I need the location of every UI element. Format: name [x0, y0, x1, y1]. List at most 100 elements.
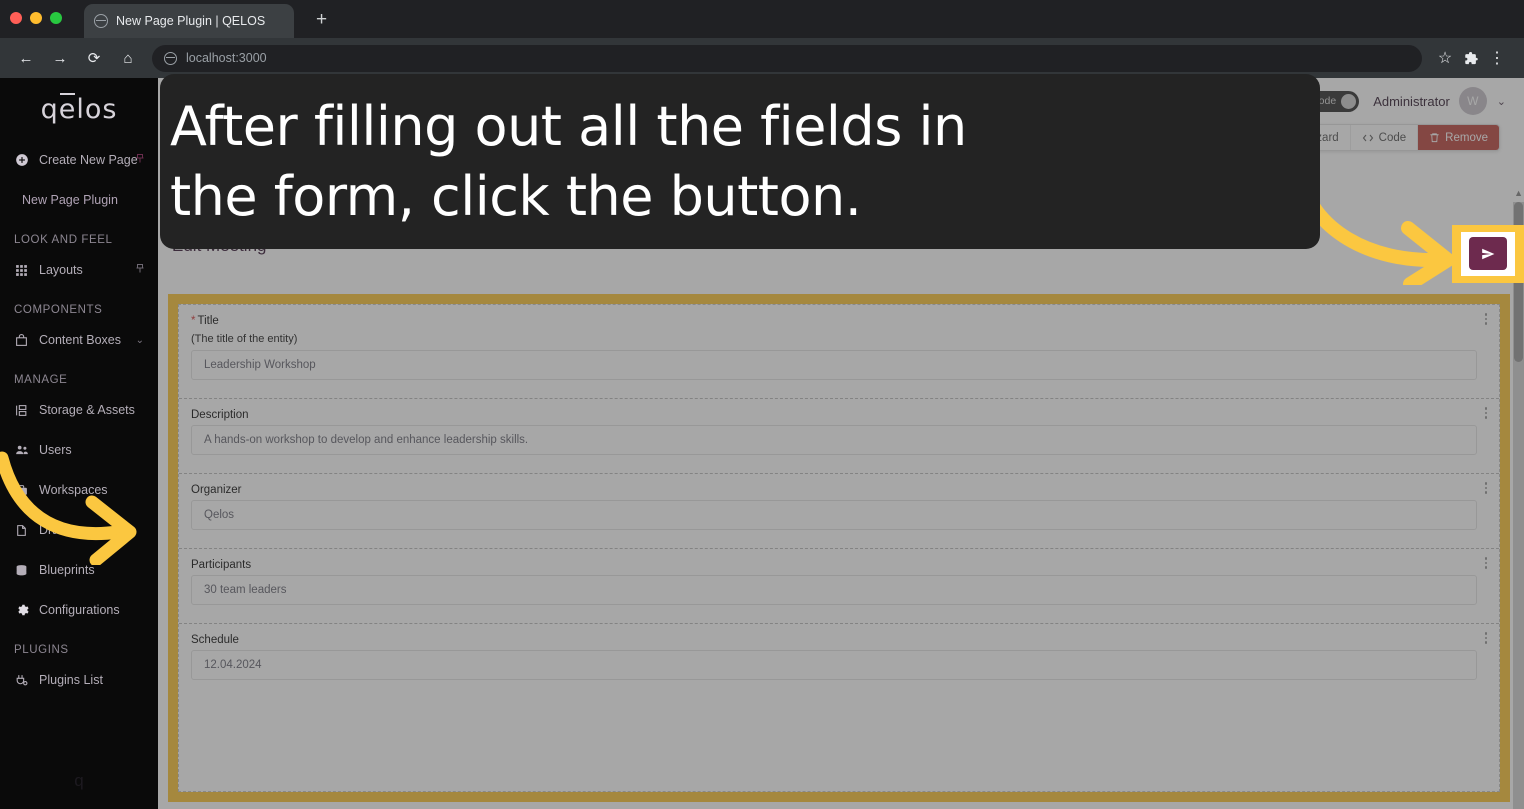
sidebar-item-label: Users — [39, 443, 72, 457]
label-text: Title — [197, 315, 219, 327]
box-icon — [14, 333, 29, 348]
edit-meeting-form: * Title (The title of the entity) Leaders… — [168, 294, 1510, 802]
pin-icon[interactable] — [134, 263, 146, 278]
minimize-window-button[interactable] — [30, 12, 42, 24]
sidebar-item-label: Blueprints — [39, 563, 95, 577]
browser-titlebar: New Page Plugin | QELOS + — [0, 0, 1524, 38]
extensions-icon[interactable] — [1458, 45, 1484, 71]
address-bar-url: localhost:3000 — [186, 51, 267, 65]
participants-input[interactable]: 30 team leaders — [191, 575, 1477, 605]
form-fields-container: * Title (The title of the entity) Leaders… — [178, 304, 1500, 792]
code-button[interactable]: Code — [1351, 125, 1419, 150]
toggle-knob[interactable] — [1341, 93, 1357, 109]
home-button[interactable]: ⌂ — [114, 44, 142, 72]
submit-button[interactable] — [1469, 237, 1507, 270]
instruction-text: After filling out all the fields in the … — [170, 92, 967, 230]
gear-icon — [14, 603, 29, 618]
grid-icon — [14, 263, 29, 278]
sidebar-item-label: Workspaces — [39, 483, 108, 497]
sidebar-item-plugins-list[interactable]: Plugins List — [0, 660, 158, 700]
field-label: Organizer — [191, 484, 242, 496]
sidebar-section-manage: MANAGE — [14, 374, 68, 386]
chevron-down-icon[interactable]: ⌄ — [136, 335, 144, 346]
briefcase-icon — [14, 483, 29, 498]
sidebar-item-configurations[interactable]: Configurations — [0, 590, 158, 630]
logo-e: e — [58, 92, 77, 125]
plus-circle-icon — [14, 153, 29, 168]
pin-icon[interactable] — [134, 153, 146, 168]
schedule-input[interactable]: 12.04.2024 — [191, 650, 1477, 680]
form-field-title: * Title (The title of the entity) Leaders… — [179, 305, 1499, 399]
new-tab-button[interactable]: + — [316, 10, 327, 29]
window-controls[interactable] — [10, 12, 62, 24]
field-menu-icon[interactable] — [1479, 557, 1493, 569]
back-button[interactable]: ← — [12, 44, 40, 72]
reload-button[interactable]: ⟳ — [80, 44, 108, 72]
field-menu-icon[interactable] — [1479, 407, 1493, 419]
button-label: Remove — [1445, 131, 1488, 144]
maximize-window-button[interactable] — [50, 12, 62, 24]
instruction-line-1: After filling out all the fields in — [170, 95, 967, 159]
browser-navbar: ← → ⟳ ⌂ localhost:3000 ☆ ⋮ — [0, 38, 1524, 78]
tab-title: New Page Plugin | QELOS — [116, 14, 266, 28]
sidebar-item-create-new-page[interactable]: Create New Page — [0, 140, 158, 180]
sidebar-item-storage-assets[interactable]: Storage & Assets — [0, 390, 158, 430]
field-menu-icon[interactable] — [1479, 482, 1493, 494]
sidebar-item-label: New Page Plugin — [22, 193, 118, 207]
form-field-organizer: Organizer Qelos — [179, 474, 1499, 549]
logo-q: q — [40, 93, 59, 125]
browser-menu-icon[interactable]: ⋮ — [1484, 45, 1510, 71]
send-icon — [1482, 248, 1495, 259]
field-menu-icon[interactable] — [1479, 313, 1493, 325]
description-input[interactable]: A hands-on workshop to develop and enhan… — [191, 425, 1477, 455]
close-window-button[interactable] — [10, 12, 22, 24]
storage-icon — [14, 403, 29, 418]
sidebar-item-layouts[interactable]: Layouts — [0, 250, 158, 290]
vertical-scrollbar[interactable] — [1513, 202, 1524, 809]
field-label: Participants — [191, 559, 252, 571]
globe-icon — [94, 14, 108, 28]
sidebar-item-blueprints[interactable]: Blueprints — [0, 550, 158, 590]
sidebar-item-label: Drafts — [39, 523, 73, 537]
bookmark-icon[interactable]: ☆ — [1432, 45, 1458, 71]
title-input[interactable]: Leadership Workshop — [191, 350, 1477, 380]
sidebar-item-users[interactable]: Users — [0, 430, 158, 470]
sidebar-item-label: Storage & Assets — [39, 403, 135, 417]
chevron-down-icon[interactable]: ⌄ — [1497, 95, 1506, 108]
form-field-description: Description A hands-on workshop to devel… — [179, 399, 1499, 474]
sidebar-item-new-page-plugin[interactable]: New Page Plugin — [0, 180, 158, 220]
form-field-schedule: Schedule 12.04.2024 — [179, 624, 1499, 698]
instruction-line-2: the form, click the button. — [170, 164, 862, 228]
instruction-callout: After filling out all the fields in the … — [160, 74, 1320, 249]
address-bar[interactable]: localhost:3000 — [152, 44, 1422, 72]
plug-icon — [14, 673, 29, 688]
browser-tab[interactable]: New Page Plugin | QELOS — [84, 4, 294, 38]
organizer-input[interactable]: Qelos — [191, 500, 1477, 530]
scroll-up-arrow[interactable]: ▲ — [1514, 188, 1523, 198]
sidebar-item-label: Configurations — [39, 603, 120, 617]
forward-button[interactable]: → — [46, 44, 74, 72]
remove-button[interactable]: Remove — [1418, 125, 1499, 150]
avatar[interactable]: W — [1458, 87, 1487, 115]
drafts-icon — [14, 523, 29, 538]
field-menu-icon[interactable] — [1479, 632, 1493, 644]
app-logo[interactable]: q e los — [0, 78, 158, 140]
users-icon — [14, 443, 29, 458]
database-icon — [14, 563, 29, 578]
code-icon — [1362, 134, 1373, 141]
sidebar-section-plugins: PLUGINS — [14, 644, 69, 656]
field-label: Description — [191, 409, 249, 421]
field-label: * Title — [191, 315, 1477, 327]
sidebar-section-components: COMPONENTS — [14, 304, 103, 316]
screenshot-root: New Page Plugin | QELOS + ← → ⟳ ⌂ localh… — [0, 0, 1524, 809]
sidebar-item-drafts[interactable]: Drafts — [0, 510, 158, 550]
sidebar-item-content-boxes[interactable]: Content Boxes ⌄ — [0, 320, 158, 360]
sidebar-section-look-and-feel: LOOK AND FEEL — [14, 234, 113, 246]
user-name: Administrator — [1373, 93, 1450, 109]
browser-chrome: New Page Plugin | QELOS + ← → ⟳ ⌂ localh… — [0, 0, 1524, 78]
button-label: Code — [1378, 131, 1407, 144]
field-hint: (The title of the entity) — [191, 333, 298, 345]
trash-icon — [1430, 133, 1439, 143]
sidebar-item-label: Create New Page — [39, 153, 138, 167]
sidebar-item-workspaces[interactable]: Workspaces — [0, 470, 158, 510]
